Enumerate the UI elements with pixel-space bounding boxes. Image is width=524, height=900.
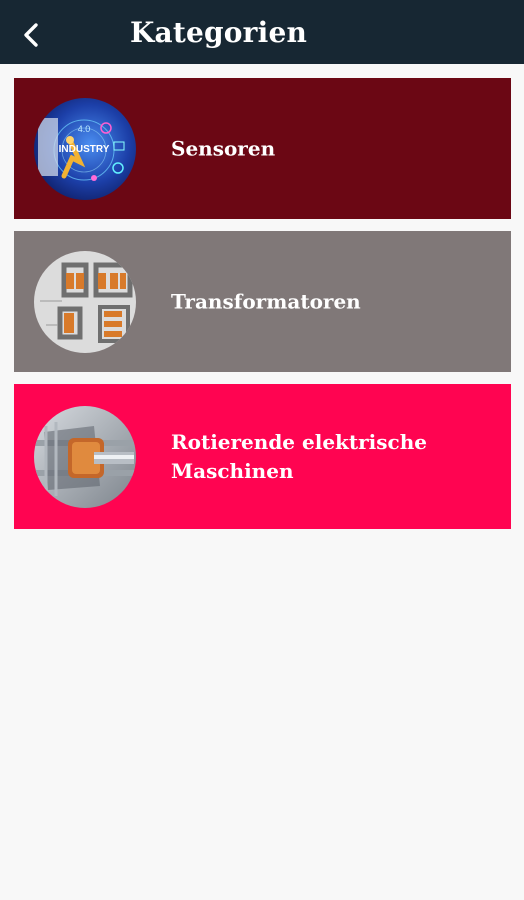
category-card-rotierende-maschinen[interactable]: Rotierende elektrische Maschinen <box>14 384 511 529</box>
svg-text:4.0: 4.0 <box>78 124 91 134</box>
back-button[interactable] <box>14 18 48 52</box>
category-label: Rotierende elektrische Maschinen <box>171 429 427 483</box>
chevron-left-icon <box>24 23 38 47</box>
industry-text: INDUSTRY <box>59 144 110 155</box>
category-card-transformatoren[interactable]: Transformatoren <box>14 231 511 372</box>
electric-motor-thumbnail <box>34 405 136 508</box>
industry-robot-thumbnail: INDUSTRY 4.0 <box>34 97 136 200</box>
app-bar: Kategorien <box>0 0 524 64</box>
transformer-cores-thumbnail <box>34 250 136 353</box>
page-title: Kategorien <box>130 16 308 49</box>
category-card-sensoren[interactable]: INDUSTRY 4.0 Sensoren <box>14 78 511 219</box>
category-label: Transformatoren <box>171 289 361 313</box>
category-label: Sensoren <box>171 136 276 160</box>
